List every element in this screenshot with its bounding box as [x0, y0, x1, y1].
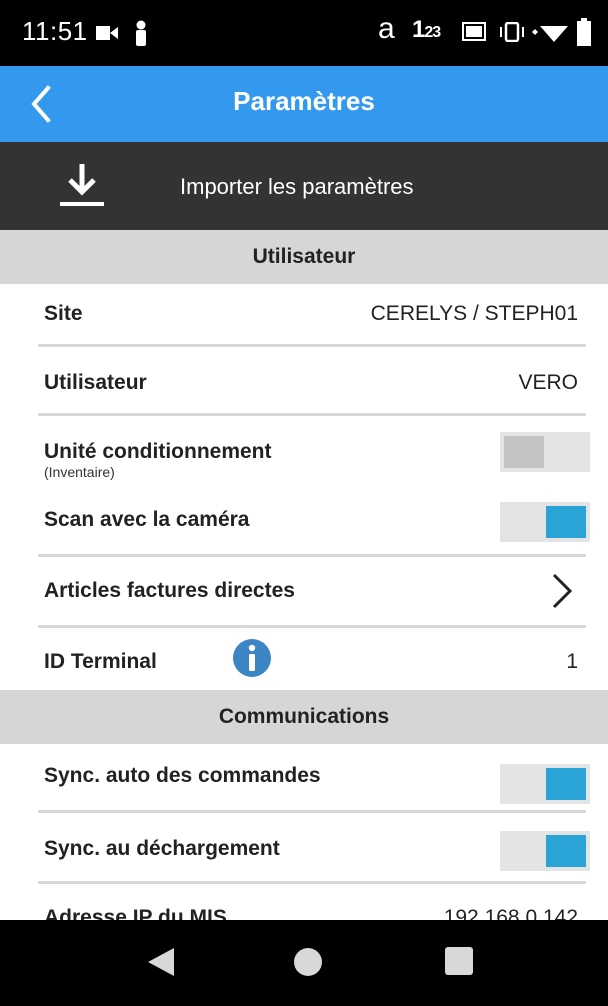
row-articles[interactable]: Articles factures directes	[0, 557, 608, 625]
import-settings-button[interactable]: Importer les paramètres	[0, 142, 608, 230]
cast-icon	[462, 22, 486, 41]
row-user[interactable]: Utilisateur VERO	[0, 347, 608, 413]
toggle-knob	[546, 835, 586, 867]
page-title: Paramètres	[233, 86, 375, 116]
row-scan: Scan avec la caméra	[0, 490, 608, 554]
import-settings-label: Importer les paramètres	[180, 174, 414, 199]
wifi-icon	[532, 26, 568, 42]
vibrate-icon	[500, 22, 524, 42]
app-bar: Paramètres	[0, 66, 608, 142]
info-icon[interactable]	[232, 638, 272, 678]
row-ip[interactable]: Adresse IP du MIS 192.168.0.142	[0, 884, 608, 924]
sync-unload-label: Sync. au déchargement	[44, 837, 280, 860]
sync-orders-toggle[interactable]	[500, 764, 590, 804]
user-value: VERO	[518, 371, 578, 394]
sync-unload-toggle[interactable]	[500, 831, 590, 871]
amazon-a-icon: a	[378, 12, 395, 45]
status-time: 11:51	[22, 16, 88, 46]
sync-orders-label: Sync. auto des commandes	[44, 764, 321, 787]
row-terminal: ID Terminal 1	[0, 628, 608, 690]
toggle-knob	[546, 768, 586, 800]
chevron-right-icon	[552, 573, 573, 609]
terminal-label: ID Terminal	[44, 650, 157, 673]
person-icon	[136, 20, 146, 46]
back-triangle-icon[interactable]	[146, 946, 176, 978]
section-header-user: Utilisateur	[0, 230, 608, 284]
video-icon	[96, 26, 118, 40]
site-value: CERELYS / STEPH01	[370, 302, 578, 325]
battery-icon	[577, 18, 591, 46]
row-site[interactable]: Site CERELYS / STEPH01	[0, 284, 608, 344]
articles-label: Articles factures directes	[44, 579, 295, 602]
toggle-knob	[546, 506, 586, 538]
status-bar: 11:51 a 123	[0, 0, 608, 66]
scan-label: Scan avec la caméra	[44, 508, 250, 531]
user-label: Utilisateur	[44, 371, 147, 394]
row-sync-orders: Sync. auto des commandes	[0, 744, 608, 810]
row-sync-unload: Sync. au déchargement	[0, 813, 608, 881]
site-label: Site	[44, 302, 83, 325]
section-header-communications: Communications	[0, 690, 608, 744]
row-unit: Unité conditionnement (Inventaire)	[0, 416, 608, 490]
toggle-knob	[504, 436, 544, 468]
download-icon	[60, 164, 104, 206]
unit-toggle[interactable]	[500, 432, 590, 472]
keyboard-123-icon: 123	[412, 16, 441, 43]
system-nav-bar	[0, 920, 608, 1006]
scan-toggle[interactable]	[500, 502, 590, 542]
unit-sublabel: (Inventaire)	[44, 464, 115, 480]
home-circle-icon[interactable]	[292, 946, 324, 978]
terminal-value: 1	[566, 650, 578, 673]
unit-label: Unité conditionnement	[44, 440, 272, 463]
recents-square-icon[interactable]	[444, 946, 474, 976]
